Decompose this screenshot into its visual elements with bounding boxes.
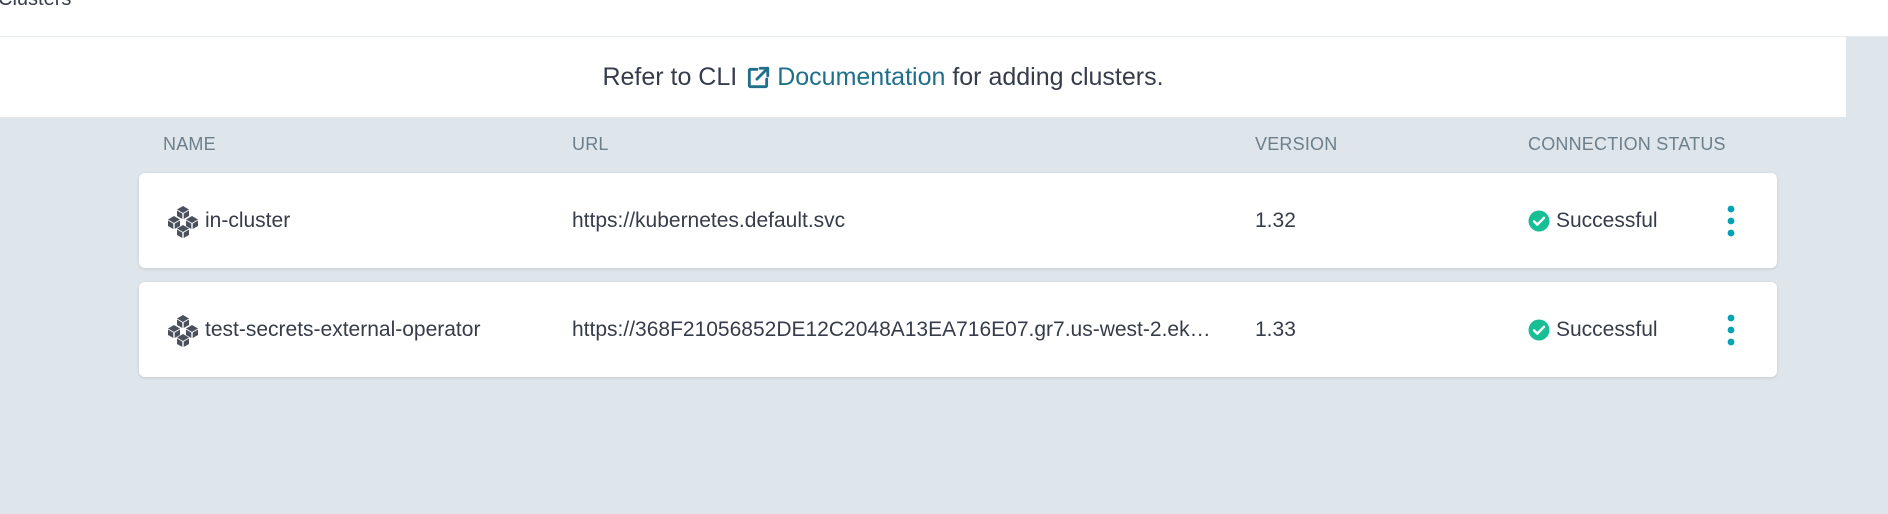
connection-status: Successful: [1556, 208, 1658, 232]
vertical-ellipsis-icon[interactable]: [1721, 203, 1741, 239]
table-row[interactable]: test-secrets-external-operator https://3…: [139, 282, 1777, 377]
page-title: Clusters: [0, 0, 71, 11]
column-header-version[interactable]: VERSION: [1255, 134, 1337, 155]
cluster-version-cell: 1.32: [1255, 173, 1296, 268]
top-bar: Clusters: [0, 0, 1888, 37]
cluster-version: 1.33: [1255, 317, 1296, 341]
connection-status-cell: Successful: [1528, 282, 1658, 377]
connection-status-cell: Successful: [1528, 173, 1658, 268]
vertical-ellipsis-icon[interactable]: [1721, 312, 1741, 348]
check-circle-icon: [1528, 210, 1550, 231]
banner-suffix: for adding clusters.: [952, 63, 1164, 91]
column-header-url[interactable]: URL: [572, 134, 609, 155]
cluster-name-cell: test-secrets-external-operator: [165, 282, 480, 377]
cluster-name: in-cluster: [205, 208, 291, 232]
external-link-icon: [748, 66, 770, 88]
connection-status: Successful: [1556, 317, 1658, 341]
column-header-name[interactable]: NAME: [163, 134, 216, 155]
info-banner: Refer to CLI Documentation for adding cl…: [0, 37, 1846, 118]
documentation-link[interactable]: Documentation: [737, 63, 945, 92]
cluster-icon: [168, 314, 198, 347]
cluster-version: 1.32: [1255, 208, 1296, 232]
documentation-link-label: Documentation: [777, 63, 946, 91]
column-header-connection-status[interactable]: CONNECTION STATUS: [1528, 134, 1726, 155]
table-row[interactable]: in-cluster https://kubernetes.default.sv…: [139, 173, 1777, 268]
cluster-icon: [168, 205, 198, 238]
check-circle-icon: [1528, 319, 1550, 340]
banner-prefix: Refer to CLI: [602, 63, 738, 91]
cluster-url: https://kubernetes.default.svc: [572, 208, 846, 232]
info-text: Refer to CLI Documentation for adding cl…: [0, 37, 1846, 118]
cluster-version-cell: 1.33: [1255, 282, 1296, 377]
cluster-url-cell: https://kubernetes.default.svc: [572, 173, 1212, 268]
table-header: NAME URL VERSION CONNECTION STATUS: [0, 134, 1888, 158]
cluster-url-cell: https://368F21056852DE12C2048A13EA716E07…: [572, 282, 1212, 377]
cluster-name-cell: in-cluster: [165, 173, 290, 268]
cluster-name: test-secrets-external-operator: [205, 317, 481, 341]
cluster-url: https://368F21056852DE12C2048A13EA716E07…: [572, 317, 1212, 341]
